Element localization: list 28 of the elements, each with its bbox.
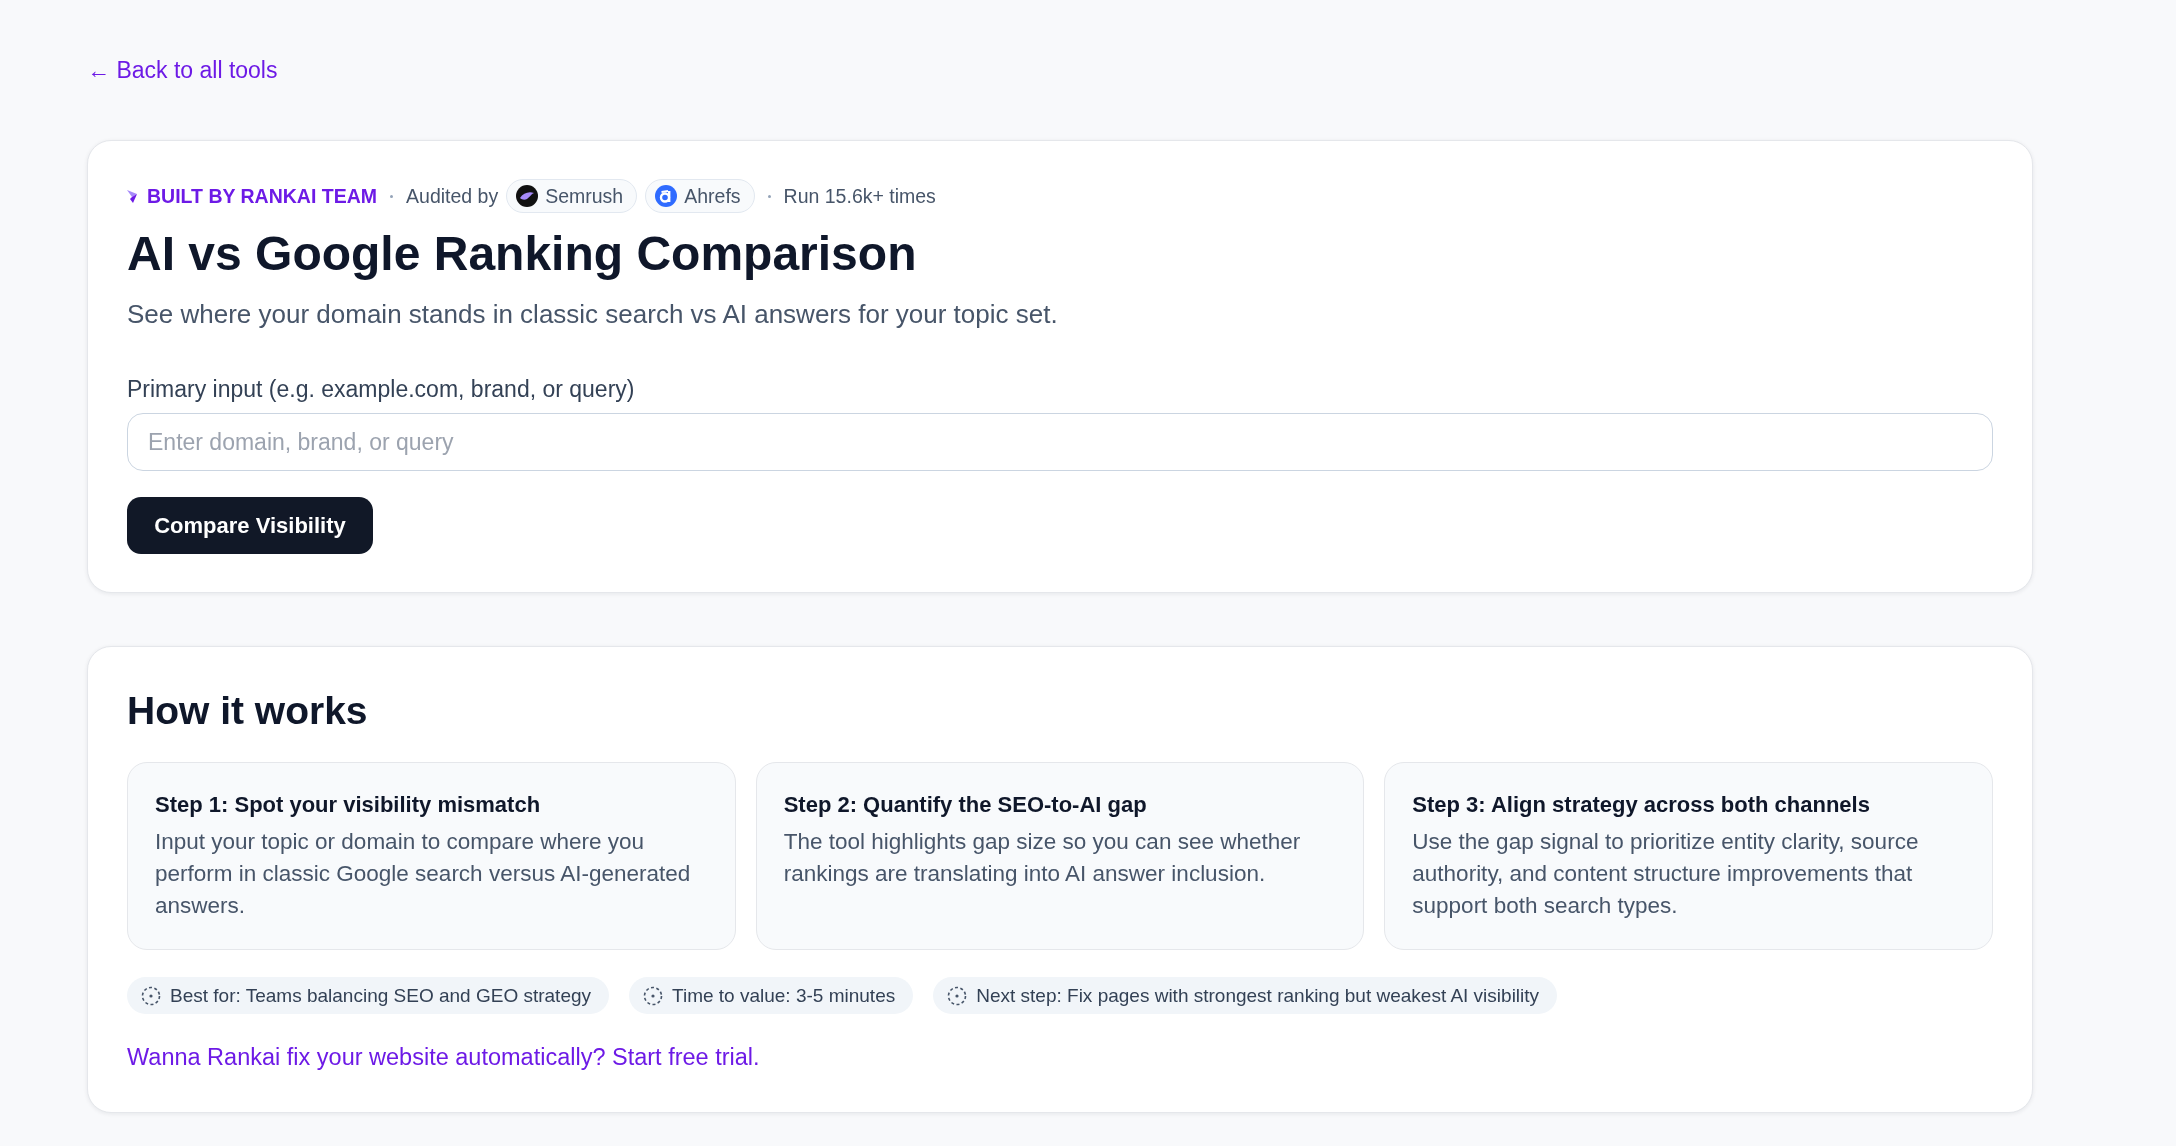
built-by-label: BUILT BY RANKAI TEAM: [147, 184, 378, 208]
page-description: See where your domain stands in classic search vs AI answers for your topic set.: [127, 298, 1059, 330]
section-heading: How it works: [127, 688, 369, 734]
step-description: Use the gap signal to prioritize entity clarity, source authority, and content structure improvements that support both search types.: [1412, 828, 1920, 920]
back-link[interactable]: ← Back to all tools: [87, 56, 278, 84]
page-title: AI vs Google Ranking Comparison: [127, 226, 918, 282]
logo-icon: [127, 189, 137, 203]
swoosh-logo-icon: [516, 185, 539, 207]
chip-text: Time to value: 3-5 minutes: [672, 983, 896, 1008]
step-title: Step 1: Spot your visibility mismatch: [155, 791, 542, 819]
compare-button[interactable]: Compare Visibility: [127, 497, 373, 554]
primary-input[interactable]: Enter domain, brand, or query: [127, 413, 1993, 471]
chip-text: Best for: Teams balancing SEO and GEO strategy: [170, 983, 592, 1008]
auditor-name: Semrush: [545, 184, 624, 208]
step-title: Step 3: Align strategy across both channels: [1412, 791, 1871, 819]
audited-by-label: Audited by: [406, 184, 499, 208]
auditor-name: Ahrefs: [684, 184, 741, 208]
dashed-circle-icon: [643, 985, 664, 1006]
input-label: Primary input (e.g. example.com, brand, or query): [127, 375, 636, 403]
free-trial-link[interactable]: Wanna Rankai fix your website automatically? Start free trial.: [127, 1042, 760, 1072]
step-description: Input your topic or domain to compare where you perform in classic Google search versus AI-generated answers.: [155, 828, 692, 920]
chip-text: Next step: Fix pages with strongest ranking but weakest AI visibility: [976, 983, 1540, 1008]
ring-logo-icon: [655, 185, 678, 207]
step-title: Step 2: Quantify the SEO-to-AI gap: [783, 791, 1148, 819]
dashed-circle-icon: [141, 985, 161, 1006]
run-count: Run 15.6k+ times: [783, 184, 936, 208]
step-description: The tool highlights gap size so you can see whether rankings are translating into AI answer inclusion.: [783, 828, 1302, 888]
dashed-circle-icon: [947, 985, 968, 1006]
